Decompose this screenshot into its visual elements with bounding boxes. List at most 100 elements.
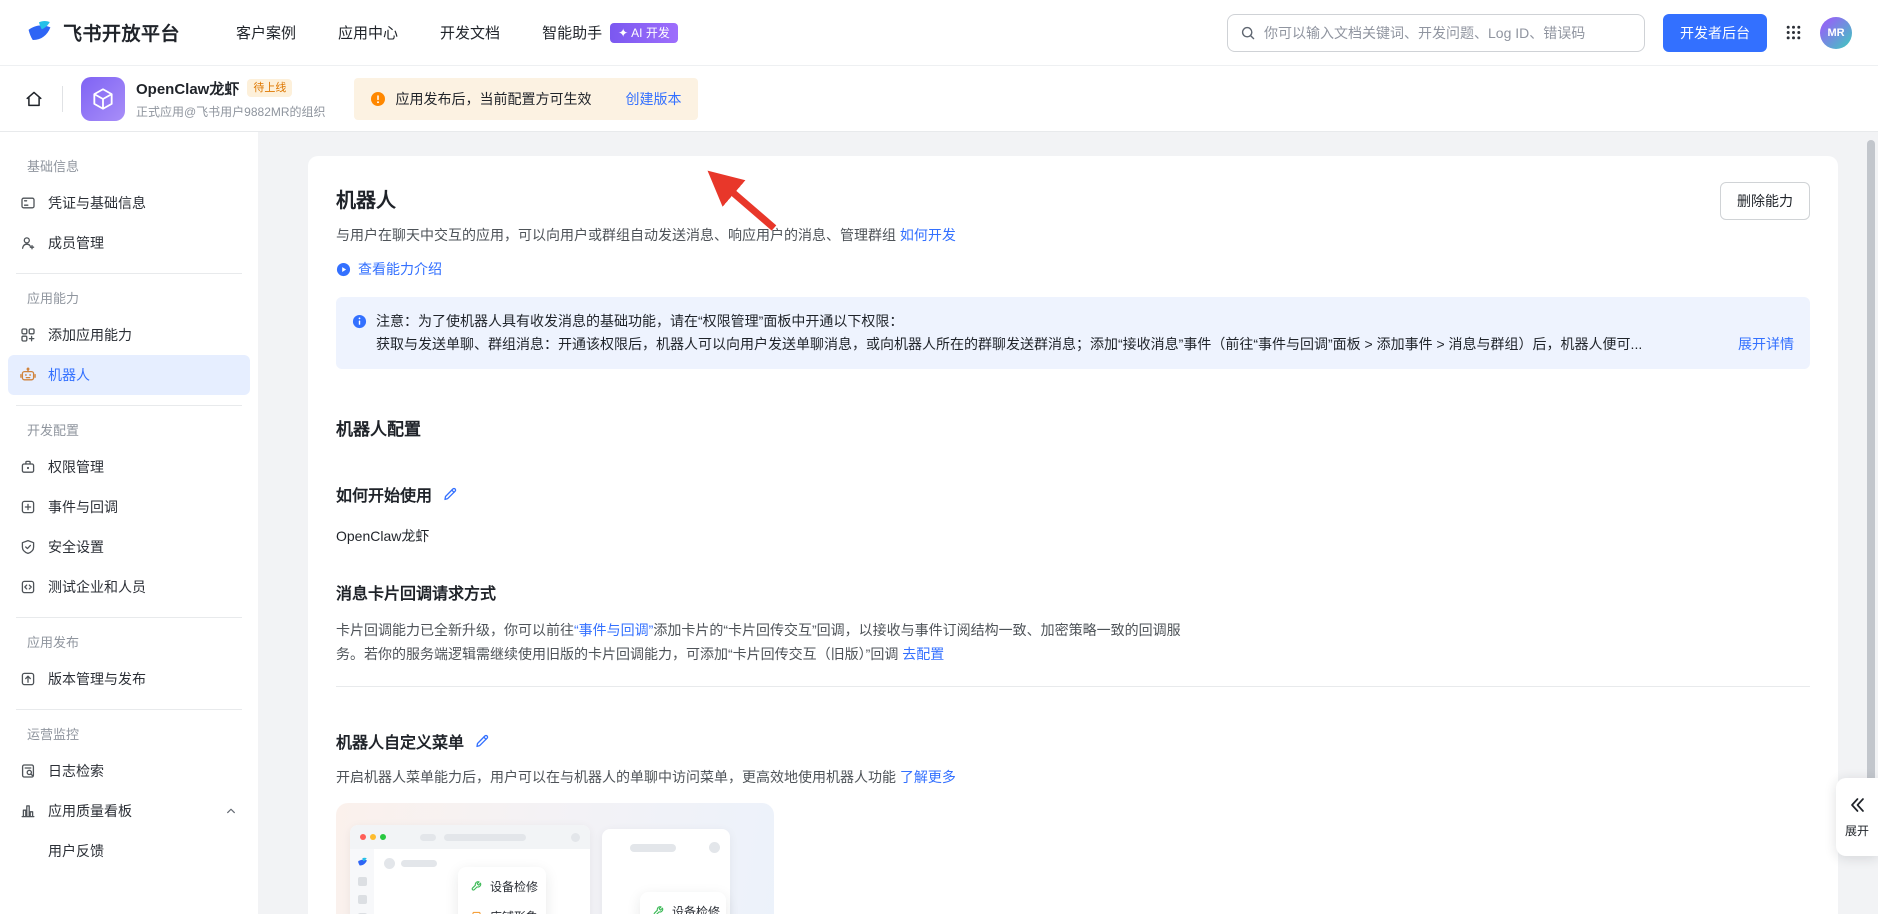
sidebar-item-label: 日志检索 bbox=[48, 761, 104, 781]
app-header: OpenClaw龙虾 待上线 正式应用@飞书用户9882MR的组织 应用发布后，… bbox=[0, 66, 1878, 132]
sidebar-item-label: 应用质量看板 bbox=[48, 801, 132, 821]
sidebar-item-test-users[interactable]: 测试企业和人员 bbox=[8, 567, 250, 607]
menu-item-device-repair: 设备检修 bbox=[470, 878, 534, 895]
app-name: OpenClaw龙虾 bbox=[136, 78, 239, 99]
capability-intro-link[interactable]: 查看能力介绍 bbox=[336, 259, 442, 279]
permission-lock-icon bbox=[20, 459, 36, 475]
search-input[interactable] bbox=[1264, 25, 1632, 41]
how-to-start-title: 如何开始使用 bbox=[336, 482, 432, 506]
app-icon bbox=[81, 77, 125, 121]
custom-menu-title-row: 机器人自定义菜单 bbox=[336, 729, 1810, 753]
sidebar-header-app-release: 应用发布 bbox=[27, 632, 258, 651]
callback-paragraph: 卡片回调能力已全新升级，你可以前往“事件与回调”添加卡片的“卡片回传交互”回调，… bbox=[336, 618, 1188, 666]
sparkle-icon: ✦ bbox=[618, 25, 628, 41]
sidebar-item-label: 用户反馈 bbox=[48, 841, 104, 861]
traffic-light-yellow bbox=[370, 834, 376, 840]
add-capability-icon bbox=[20, 327, 36, 343]
sidebar-divider bbox=[16, 709, 242, 710]
play-circle-icon bbox=[336, 262, 351, 277]
sidebar-item-member-management[interactable]: 成员管理 bbox=[8, 223, 250, 263]
security-shield-icon bbox=[20, 539, 36, 555]
sidebar-item-label: 成员管理 bbox=[48, 233, 104, 253]
menu-item-device-repair: 设备检修 bbox=[652, 903, 714, 914]
sidebar-item-credentials[interactable]: 凭证与基础信息 bbox=[8, 183, 250, 223]
sidebar-item-events-callback[interactable]: 事件与回调 bbox=[8, 487, 250, 527]
delete-capability-button[interactable]: 删除能力 bbox=[1720, 182, 1810, 220]
top-navbar: 飞书开放平台 客户案例 应用中心 开发文档 智能助手 ✦AI 开发 开发者后台 … bbox=[0, 0, 1878, 66]
quality-dashboard-icon bbox=[20, 803, 36, 819]
sidebar-header-operation-monitor: 运营监控 bbox=[27, 724, 258, 743]
credential-card-icon bbox=[20, 195, 36, 211]
edit-pencil-icon[interactable] bbox=[442, 486, 458, 502]
feishu-logo-icon bbox=[26, 19, 53, 46]
sidebar-item-bot[interactable]: 机器人 bbox=[8, 355, 250, 395]
brand-logo[interactable]: 飞书开放平台 bbox=[26, 19, 180, 46]
app-org: 正式应用@飞书用户9882MR的组织 bbox=[136, 103, 326, 120]
sidebar-item-user-feedback[interactable]: 用户反馈 bbox=[8, 831, 250, 871]
header-divider bbox=[62, 86, 63, 112]
sidebar-item-label: 机器人 bbox=[48, 365, 90, 385]
sidebar-divider bbox=[16, 273, 242, 274]
info-icon bbox=[352, 314, 367, 356]
go-config-link[interactable]: 去配置 bbox=[902, 646, 944, 662]
notice-box: 注意：为了使机器人具有收发消息的基础功能，请在“权限管理”面板中开通以下权限： … bbox=[336, 297, 1810, 369]
sidebar-item-label: 事件与回调 bbox=[48, 497, 118, 517]
custom-menu-description: 开启机器人菜单能力后，用户可以在与机器人的单聊中访问菜单，更高效地使用机器人功能… bbox=[336, 767, 1810, 787]
nav-item-docs[interactable]: 开发文档 bbox=[440, 22, 500, 43]
notice-line1: 注意：为了使机器人具有收发消息的基础功能，请在“权限管理”面板中开通以下权限： bbox=[376, 310, 1794, 333]
banner-text: 应用发布后，当前配置方可生效 bbox=[396, 89, 592, 109]
sidebar-item-add-capability[interactable]: 添加应用能力 bbox=[8, 315, 250, 355]
menu-item-shop-image: 店铺形象 bbox=[470, 908, 534, 914]
sidebar-item-label: 测试企业和人员 bbox=[48, 577, 146, 597]
sidebar-item-label: 版本管理与发布 bbox=[48, 669, 146, 689]
developer-console-button[interactable]: 开发者后台 bbox=[1663, 14, 1767, 52]
event-callback-icon bbox=[20, 499, 36, 515]
status-badge: 待上线 bbox=[247, 79, 292, 97]
expand-detail-link[interactable]: 展开详情 bbox=[1738, 333, 1794, 356]
bot-name-value: OpenClaw龙虾 bbox=[336, 526, 1810, 546]
test-code-icon bbox=[20, 579, 36, 595]
bot-description: 与用户在聊天中交互的应用，可以向用户或群组自动发送消息、响应用户的消息、管理群组… bbox=[336, 225, 1810, 245]
robot-icon bbox=[20, 367, 36, 383]
user-avatar[interactable]: MR bbox=[1820, 17, 1852, 49]
sidebar-item-log-search[interactable]: 日志检索 bbox=[8, 751, 250, 791]
member-add-icon bbox=[20, 235, 36, 251]
learn-more-link[interactable]: 了解更多 bbox=[900, 769, 956, 785]
feishu-open-platform-page: 飞书开放平台 客户案例 应用中心 开发文档 智能助手 ✦AI 开发 开发者后台 … bbox=[0, 0, 1878, 914]
mobile-menu-popup: 设备检修 店铺形象 bbox=[640, 892, 726, 914]
sidebar-header-dev-config: 开发配置 bbox=[27, 420, 258, 439]
bot-config-title: 机器人配置 bbox=[336, 415, 1810, 440]
app-grid-icon[interactable] bbox=[1785, 24, 1802, 41]
sidebar-header-app-capability: 应用能力 bbox=[27, 288, 258, 307]
sidebar-item-permission[interactable]: 权限管理 bbox=[8, 447, 250, 487]
nav-item-assistant[interactable]: 智能助手 ✦AI 开发 bbox=[542, 22, 678, 43]
sidebar-item-label: 凭证与基础信息 bbox=[48, 193, 146, 213]
sidebar-item-label: 权限管理 bbox=[48, 457, 104, 477]
mock-feishu-logo bbox=[357, 857, 368, 868]
sidebar-item-quality-dashboard[interactable]: 应用质量看板 bbox=[8, 791, 250, 831]
bot-capability-card: 机器人 删除能力 与用户在聊天中交互的应用，可以向用户或群组自动发送消息、响应用… bbox=[308, 156, 1838, 914]
sidebar: 基础信息 凭证与基础信息 成员管理 应用能力 添加应用能力 机器人 开发配置 权… bbox=[0, 132, 258, 914]
version-release-icon bbox=[20, 671, 36, 687]
menu-edit-pencil-icon[interactable] bbox=[474, 733, 490, 749]
nav-item-app-center[interactable]: 应用中心 bbox=[338, 22, 398, 43]
traffic-light-green bbox=[380, 834, 386, 840]
nav-item-cases[interactable]: 客户案例 bbox=[236, 22, 296, 43]
expand-label: 展开 bbox=[1845, 822, 1869, 839]
chevron-up-icon[interactable] bbox=[224, 804, 238, 818]
card-callback-title: 消息卡片回调请求方式 bbox=[336, 580, 1810, 604]
events-callback-link[interactable]: “事件与回调” bbox=[574, 622, 653, 638]
sidebar-item-version-release[interactable]: 版本管理与发布 bbox=[8, 659, 250, 699]
wrench-icon bbox=[470, 880, 483, 893]
wrench-icon bbox=[652, 905, 665, 914]
traffic-light-red bbox=[360, 834, 366, 840]
home-icon[interactable] bbox=[24, 89, 44, 109]
sidebar-divider bbox=[16, 405, 242, 406]
create-version-link[interactable]: 创建版本 bbox=[626, 89, 682, 109]
vertical-scrollbar[interactable] bbox=[1867, 140, 1875, 788]
sidebar-item-security[interactable]: 安全设置 bbox=[8, 527, 250, 567]
how-to-develop-link[interactable]: 如何开发 bbox=[900, 227, 956, 243]
custom-menu-title: 机器人自定义菜单 bbox=[336, 729, 464, 753]
notice-line2: 获取与发送单聊、群组消息：开通该权限后，机器人可以向用户发送单聊消息，或向机器人… bbox=[376, 333, 1794, 356]
expand-panel-tab[interactable]: 展开 bbox=[1836, 778, 1878, 856]
